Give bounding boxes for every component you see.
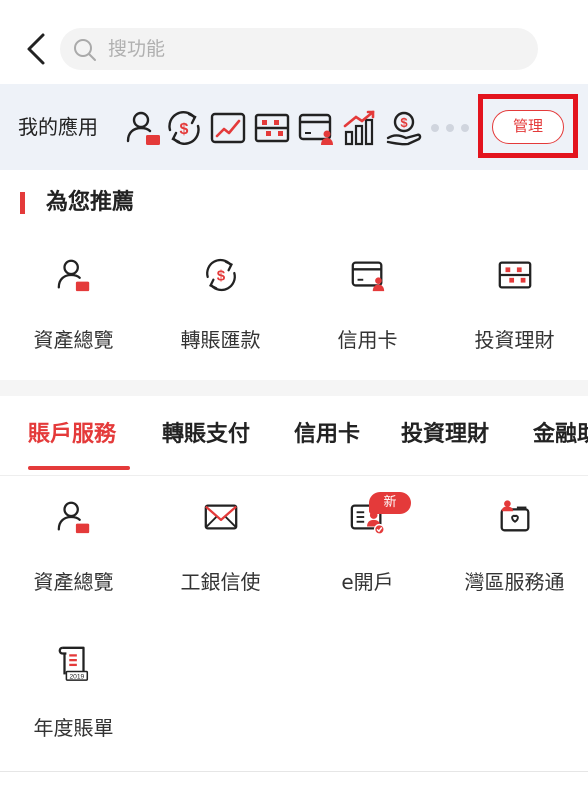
svg-text:2019: 2019 bbox=[69, 673, 84, 680]
rec-item-asset-overview[interactable]: 資產總覽 bbox=[0, 256, 147, 366]
service-item-e-account[interactable]: e開戶 bbox=[294, 498, 441, 608]
svg-text:$: $ bbox=[217, 268, 226, 285]
recommended-title: 為您推薦 bbox=[46, 190, 135, 215]
asset-overview-icon[interactable] bbox=[124, 108, 164, 148]
rec-item-label: 資產總覽 bbox=[33, 328, 114, 352]
investment-chart-icon[interactable] bbox=[208, 108, 248, 148]
active-tab-indicator bbox=[28, 466, 130, 470]
tab-account-services[interactable]: 賬戶服務 bbox=[28, 420, 116, 450]
service-item-annual-statement[interactable]: 2019 年度賬單 bbox=[0, 644, 147, 754]
rec-item-label: 投資理財 bbox=[474, 328, 555, 352]
credit-card-icon[interactable] bbox=[296, 108, 336, 148]
annual-statement-scroll-icon: 2019 bbox=[58, 646, 89, 681]
new-badge: 新 bbox=[369, 492, 411, 514]
credit-card-icon bbox=[351, 261, 385, 292]
svg-text:$: $ bbox=[180, 121, 189, 138]
bay-area-icon bbox=[500, 500, 530, 532]
service-item-label: 資產總覽 bbox=[33, 570, 114, 594]
envelope-icon bbox=[204, 504, 238, 530]
asset-overview-icon bbox=[57, 501, 90, 534]
wealth-hand-icon[interactable]: $ bbox=[384, 108, 424, 148]
service-item-icbc-messenger[interactable]: 工銀信使 bbox=[147, 498, 294, 608]
service-item-label: e開戶 bbox=[341, 570, 394, 594]
asset-overview-icon bbox=[57, 259, 90, 292]
rec-item-transfer[interactable]: $ 轉賬匯款 bbox=[147, 256, 294, 366]
bottom-divider bbox=[0, 771, 588, 772]
category-tabs: 賬戶服務 轉賬支付 信用卡 投資理財 金融助 bbox=[0, 396, 588, 476]
rec-item-credit-card[interactable]: 信用卡 bbox=[294, 256, 441, 366]
service-item-label: 年度賬單 bbox=[33, 716, 114, 740]
rec-item-investment[interactable]: 投資理財 bbox=[441, 256, 588, 366]
tab-transfer-payment[interactable]: 轉賬支付 bbox=[162, 420, 250, 450]
section-divider bbox=[0, 380, 588, 396]
service-item-label: 灣區服務通 bbox=[464, 570, 565, 594]
top-bar: 搜功能 bbox=[0, 0, 588, 84]
service-item-label: 工銀信使 bbox=[180, 570, 261, 594]
rec-item-label: 轉賬匯款 bbox=[180, 328, 261, 352]
tab-investment[interactable]: 投資理財 bbox=[401, 420, 489, 450]
transfer-icon[interactable]: $ bbox=[164, 108, 204, 148]
abacus-icon[interactable] bbox=[252, 108, 292, 148]
abacus-icon bbox=[498, 261, 532, 289]
my-apps-label: 我的應用 bbox=[18, 115, 98, 139]
service-item-asset-overview[interactable]: 資產總覽 bbox=[0, 498, 147, 608]
section-accent-bar bbox=[20, 192, 25, 214]
svg-text:$: $ bbox=[400, 115, 408, 130]
tab-financial-assist[interactable]: 金融助 bbox=[533, 420, 588, 450]
manage-button[interactable]: 管理 bbox=[492, 110, 564, 144]
search-placeholder: 搜功能 bbox=[108, 38, 166, 60]
more-dots-icon bbox=[431, 124, 469, 132]
rec-item-label: 信用卡 bbox=[337, 328, 398, 352]
growth-chart-icon[interactable] bbox=[340, 108, 380, 148]
service-item-bay-area[interactable]: 灣區服務通 bbox=[441, 498, 588, 608]
search-input[interactable]: 搜功能 bbox=[60, 28, 538, 70]
tab-credit-card[interactable]: 信用卡 bbox=[294, 420, 360, 450]
back-arrow-icon[interactable] bbox=[22, 32, 52, 66]
search-icon bbox=[74, 39, 96, 61]
transfer-icon: $ bbox=[206, 258, 236, 292]
